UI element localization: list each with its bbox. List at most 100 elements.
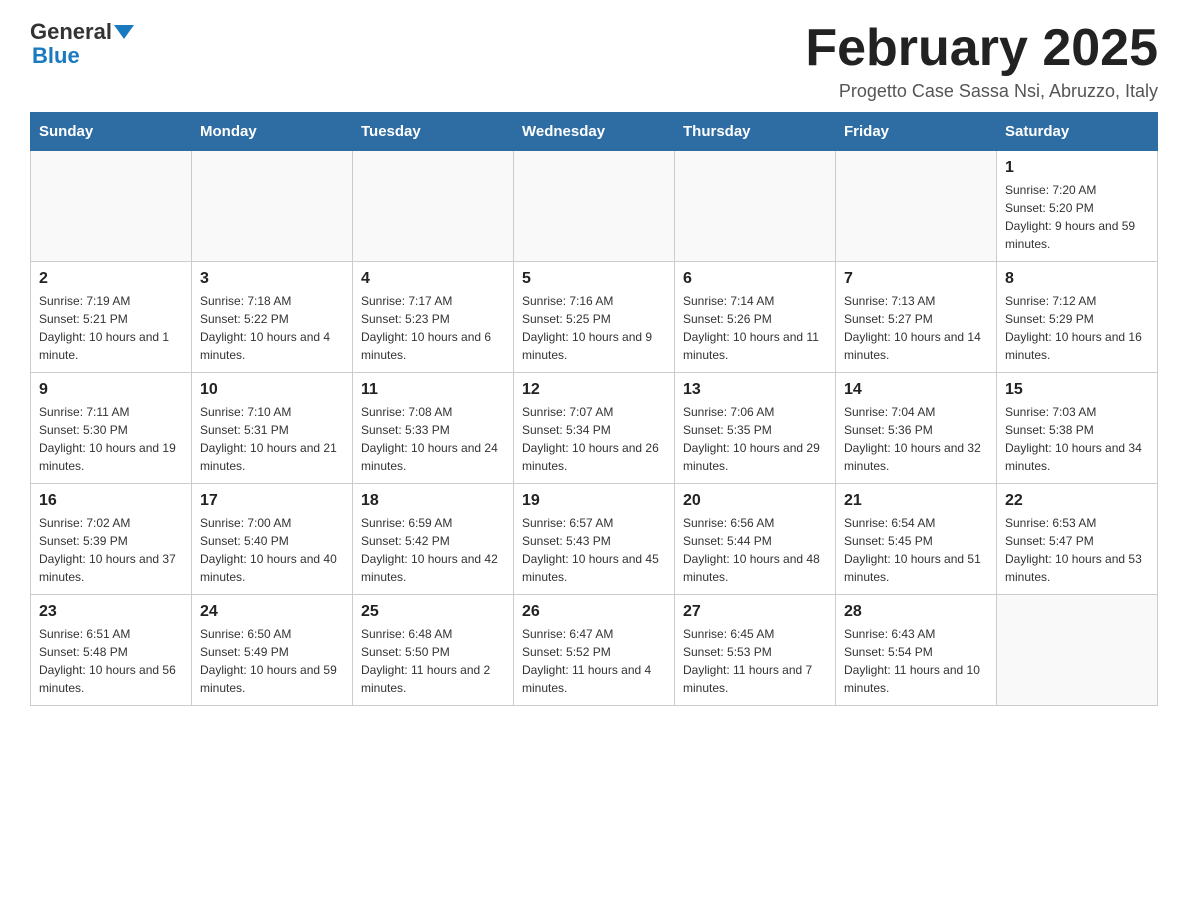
table-row: 18 Sunrise: 6:59 AMSunset: 5:42 PMDayligh… [353,484,514,595]
table-row: 16 Sunrise: 7:02 AMSunset: 5:39 PMDayligh… [31,484,192,595]
table-row: 22Sunrise: 6:53 AMSunset: 5:47 PMDayligh… [997,484,1158,595]
day-number: 19 [522,492,666,510]
day-info: Sunrise: 7:12 AMSunset: 5:29 PMDaylight:… [1005,292,1149,364]
day-number: 10 [200,381,344,399]
table-row: 1 Sunrise: 7:20 AMSunset: 5:20 PMDaylight… [997,151,1158,262]
header-saturday: Saturday [997,113,1158,151]
table-row: 12 Sunrise: 7:07 AMSunset: 5:34 PMDayligh… [514,373,675,484]
day-info: Sunrise: 6:43 AMSunset: 5:54 PMDaylight:… [844,625,988,697]
table-row: 14Sunrise: 7:04 AMSunset: 5:36 PMDayligh… [836,373,997,484]
day-number: 8 [1005,270,1149,288]
header-friday: Friday [836,113,997,151]
day-info: Sunrise: 6:56 AMSunset: 5:44 PMDaylight:… [683,514,827,586]
table-row: 27Sunrise: 6:45 AMSunset: 5:53 PMDayligh… [675,595,836,706]
day-info: Sunrise: 7:14 AMSunset: 5:26 PMDaylight:… [683,292,827,364]
day-info: Sunrise: 7:10 AMSunset: 5:31 PMDaylight:… [200,403,344,475]
table-row: 6 Sunrise: 7:14 AMSunset: 5:26 PMDaylight… [675,262,836,373]
table-row: 19 Sunrise: 6:57 AMSunset: 5:43 PMDayligh… [514,484,675,595]
table-row [836,151,997,262]
day-number: 16 [39,492,183,510]
header-monday: Monday [192,113,353,151]
table-row: 8 Sunrise: 7:12 AMSunset: 5:29 PMDaylight… [997,262,1158,373]
day-number: 22 [1005,492,1149,510]
day-number: 24 [200,603,344,621]
header-wednesday: Wednesday [514,113,675,151]
day-number: 12 [522,381,666,399]
day-info: Sunrise: 6:57 AMSunset: 5:43 PMDaylight:… [522,514,666,586]
table-row: 25 Sunrise: 6:48 AMSunset: 5:50 PMDayligh… [353,595,514,706]
day-number: 15 [1005,381,1149,399]
day-number: 23 [39,603,183,621]
day-info: Sunrise: 6:54 AMSunset: 5:45 PMDaylight:… [844,514,988,586]
day-number: 21 [844,492,988,510]
day-info: Sunrise: 7:00 AMSunset: 5:40 PMDaylight:… [200,514,344,586]
day-number: 1 [1005,159,1149,177]
calendar-body: 1 Sunrise: 7:20 AMSunset: 5:20 PMDaylight… [31,151,1158,706]
table-row: 26 Sunrise: 6:47 AMSunset: 5:52 PMDayligh… [514,595,675,706]
day-info: Sunrise: 6:50 AMSunset: 5:49 PMDaylight:… [200,625,344,697]
day-info: Sunrise: 7:03 AMSunset: 5:38 PMDaylight:… [1005,403,1149,475]
day-info: Sunrise: 7:16 AMSunset: 5:25 PMDaylight:… [522,292,666,364]
table-row [192,151,353,262]
subtitle: Progetto Case Sassa Nsi, Abruzzo, Italy [805,81,1158,102]
day-info: Sunrise: 7:19 AMSunset: 5:21 PMDaylight:… [39,292,183,364]
day-info: Sunrise: 7:11 AMSunset: 5:30 PMDaylight:… [39,403,183,475]
table-row [514,151,675,262]
logo-general: General [30,20,112,44]
day-number: 11 [361,381,505,399]
day-number: 6 [683,270,827,288]
table-row: 5 Sunrise: 7:16 AMSunset: 5:25 PMDaylight… [514,262,675,373]
day-info: Sunrise: 7:18 AMSunset: 5:22 PMDaylight:… [200,292,344,364]
table-row [353,151,514,262]
day-number: 20 [683,492,827,510]
table-row [675,151,836,262]
table-row: 3 Sunrise: 7:18 AMSunset: 5:22 PMDaylight… [192,262,353,373]
table-row: 11 Sunrise: 7:08 AMSunset: 5:33 PMDayligh… [353,373,514,484]
day-number: 7 [844,270,988,288]
title-area: February 2025 Progetto Case Sassa Nsi, A… [805,20,1158,102]
table-row: 20 Sunrise: 6:56 AMSunset: 5:44 PMDayligh… [675,484,836,595]
day-number: 5 [522,270,666,288]
day-info: Sunrise: 7:08 AMSunset: 5:33 PMDaylight:… [361,403,505,475]
day-number: 26 [522,603,666,621]
logo-blue: Blue [32,44,80,68]
calendar-header: Sunday Monday Tuesday Wednesday Thursday… [31,113,1158,151]
day-number: 14 [844,381,988,399]
table-row: 13 Sunrise: 7:06 AMSunset: 5:35 PMDayligh… [675,373,836,484]
day-info: Sunrise: 6:48 AMSunset: 5:50 PMDaylight:… [361,625,505,697]
day-number: 17 [200,492,344,510]
day-info: Sunrise: 6:45 AMSunset: 5:53 PMDaylight:… [683,625,827,697]
table-row: 15 Sunrise: 7:03 AMSunset: 5:38 PMDayligh… [997,373,1158,484]
table-row: 23Sunrise: 6:51 AMSunset: 5:48 PMDayligh… [31,595,192,706]
day-number: 4 [361,270,505,288]
table-row [31,151,192,262]
day-info: Sunrise: 6:47 AMSunset: 5:52 PMDaylight:… [522,625,666,697]
table-row: 28 Sunrise: 6:43 AMSunset: 5:54 PMDayligh… [836,595,997,706]
logo-triangle-icon [114,25,134,39]
table-row: 7Sunrise: 7:13 AMSunset: 5:27 PMDaylight… [836,262,997,373]
table-row: 24 Sunrise: 6:50 AMSunset: 5:49 PMDayligh… [192,595,353,706]
table-row: 2 Sunrise: 7:19 AMSunset: 5:21 PMDaylight… [31,262,192,373]
day-info: Sunrise: 7:06 AMSunset: 5:35 PMDaylight:… [683,403,827,475]
table-row: 10 Sunrise: 7:10 AMSunset: 5:31 PMDayligh… [192,373,353,484]
table-row: 4Sunrise: 7:17 AMSunset: 5:23 PMDaylight… [353,262,514,373]
day-number: 25 [361,603,505,621]
month-title: February 2025 [805,20,1158,77]
table-row: 17 Sunrise: 7:00 AMSunset: 5:40 PMDayligh… [192,484,353,595]
header-tuesday: Tuesday [353,113,514,151]
day-info: Sunrise: 6:59 AMSunset: 5:42 PMDaylight:… [361,514,505,586]
table-row [997,595,1158,706]
day-number: 3 [200,270,344,288]
day-info: Sunrise: 7:02 AMSunset: 5:39 PMDaylight:… [39,514,183,586]
calendar-table: Sunday Monday Tuesday Wednesday Thursday… [30,112,1158,706]
page-header: General Blue February 2025 Progetto Case… [30,20,1158,102]
day-number: 18 [361,492,505,510]
day-number: 2 [39,270,183,288]
day-info: Sunrise: 7:20 AMSunset: 5:20 PMDaylight:… [1005,181,1149,253]
day-number: 13 [683,381,827,399]
day-number: 28 [844,603,988,621]
logo: General Blue [30,20,134,68]
day-info: Sunrise: 7:07 AMSunset: 5:34 PMDaylight:… [522,403,666,475]
table-row: 21 Sunrise: 6:54 AMSunset: 5:45 PMDayligh… [836,484,997,595]
header-thursday: Thursday [675,113,836,151]
